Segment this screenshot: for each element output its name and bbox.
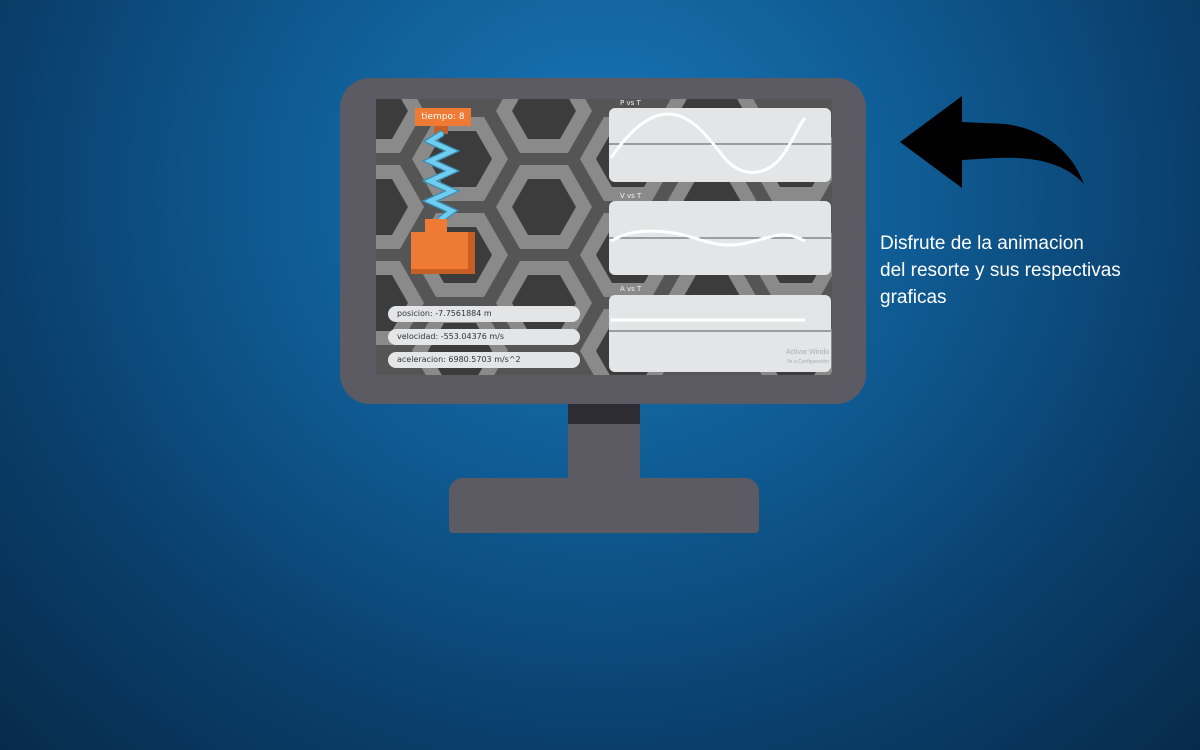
caption-line-3: graficas xyxy=(880,287,947,308)
monitor-screen: tiempo: 8 posicion: -7.7561884 m velocid… xyxy=(376,99,832,375)
position-time-graph xyxy=(609,108,831,182)
position-readout: posicion: -7.7561884 m xyxy=(388,306,580,322)
acceleration-readout: aceleracion: 6980.5703 m/s^2 xyxy=(388,352,580,368)
windows-activation-watermark-sub: Ve a Configuración xyxy=(786,359,829,365)
caption-text: Disfrute de la animacion del resorte y s… xyxy=(880,230,1180,311)
monitor-neck-shadow xyxy=(568,404,640,424)
velocity-time-graph xyxy=(609,201,831,275)
monitor-base xyxy=(449,478,759,533)
spring-coil xyxy=(421,130,461,223)
monitor-neck xyxy=(568,424,640,482)
caption-line-1: Disfrute de la animacion xyxy=(880,233,1084,254)
acceleration-graph-title: A vs T xyxy=(620,285,642,293)
spring-animation xyxy=(411,126,475,274)
acceleration-time-graph: Activar Windo Ve a Configuración xyxy=(609,295,831,372)
caption-line-2: del resorte y sus respectivas xyxy=(880,260,1121,281)
time-counter-badge: tiempo: 8 xyxy=(415,108,471,126)
curved-arrow-left-icon xyxy=(900,96,1084,188)
position-curve xyxy=(609,112,807,174)
velocity-readout: velocidad: -553.04376 m/s xyxy=(388,329,580,345)
velocity-graph-title: V vs T xyxy=(620,192,642,200)
position-graph-title: P vs T xyxy=(620,99,641,107)
windows-activation-watermark: Activar Windo xyxy=(785,349,829,356)
